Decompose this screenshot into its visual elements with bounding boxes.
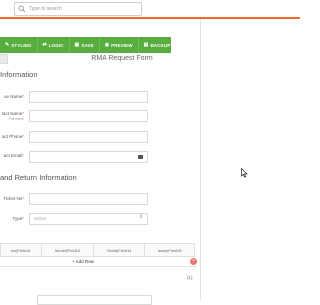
backup-icon: ▤ bbox=[143, 41, 149, 48]
backup-button[interactable]: ▤ BACKUP bbox=[139, 37, 176, 53]
envelope-icon bbox=[138, 155, 143, 159]
ticket-no-field[interactable] bbox=[29, 193, 148, 205]
preview-button[interactable]: ◉ PREVIEW bbox=[100, 37, 139, 53]
pencil-icon: ✎ bbox=[5, 41, 10, 48]
contact-phone-field[interactable] bbox=[29, 131, 148, 143]
top-bar bbox=[0, 0, 300, 19]
column-header: ice|Field16 bbox=[0, 243, 42, 257]
search-icon bbox=[18, 5, 26, 13]
save-button[interactable]: ▣ SAVE bbox=[70, 37, 100, 53]
contact-phone-label-text: act Phone bbox=[1, 134, 23, 139]
logic-icon: ⇄ bbox=[42, 41, 47, 48]
logic-button[interactable]: ⇄ LOGIC bbox=[38, 37, 70, 53]
type-label-text: Type bbox=[12, 216, 23, 221]
column-header: Model|Field15 bbox=[40, 243, 95, 257]
required-marker: * bbox=[22, 216, 24, 221]
venue-name-label: ue Name* bbox=[4, 94, 24, 99]
contact-email-label-text: act Email bbox=[3, 153, 23, 158]
table-header-row: ice|Field16 Model|Field15 Serial|Field14… bbox=[0, 243, 195, 257]
row-count: (1) bbox=[187, 275, 193, 280]
styling-button[interactable]: ✎ STYLING bbox=[0, 37, 38, 53]
save-icon: ▣ bbox=[74, 41, 80, 48]
required-marker: * bbox=[22, 134, 24, 139]
required-marker: * bbox=[22, 94, 24, 99]
contact-phone-label: act Phone* bbox=[2, 134, 24, 139]
type-label: Type* bbox=[12, 216, 24, 221]
divider bbox=[0, 266, 197, 267]
required-marker: * bbox=[22, 153, 24, 158]
collapse-tab[interactable] bbox=[0, 54, 8, 64]
contact-name-label-text: tact Name bbox=[1, 111, 23, 116]
venue-name-field[interactable] bbox=[29, 91, 148, 103]
column-header: Issue|Field18 bbox=[144, 243, 195, 257]
form-toolbar: ✎ STYLING ⇄ LOGIC ▣ SAVE ◉ PREVIEW ▤ BAC… bbox=[0, 37, 171, 53]
form-title: RMA Request Form bbox=[91, 55, 153, 62]
type-select-value: Select bbox=[34, 216, 47, 221]
ticket-no-label-text: Ticket No bbox=[3, 196, 23, 201]
required-marker: * bbox=[22, 196, 24, 201]
search-box[interactable] bbox=[14, 2, 142, 16]
column-header: Serial|Field14 bbox=[93, 243, 146, 257]
save-label: SAVE bbox=[81, 42, 94, 48]
type-select[interactable]: Select ⇕ bbox=[29, 213, 148, 225]
chevron-updown-icon: ⇕ bbox=[138, 214, 143, 220]
preview-label: PREVIEW bbox=[111, 42, 133, 48]
section-heading-return-information: and Return Information bbox=[0, 173, 77, 182]
mouse-cursor-icon bbox=[241, 168, 248, 178]
styling-label: STYLING bbox=[11, 42, 32, 48]
contact-name-sublabel: Full name bbox=[8, 117, 24, 121]
contact-name-field[interactable] bbox=[29, 110, 148, 122]
required-marker: * bbox=[22, 111, 24, 116]
ticket-no-label: Ticket No* bbox=[3, 196, 24, 201]
venue-name-label-text: ue Name bbox=[3, 94, 23, 99]
side-panel bbox=[201, 19, 300, 300]
device-grid: ice|Field16 Model|Field15 Serial|Field14… bbox=[0, 243, 195, 257]
add-row-button[interactable]: + Add Row bbox=[72, 259, 94, 264]
contact-email-field[interactable] bbox=[29, 151, 148, 163]
contact-name-label: tact Name* bbox=[2, 111, 24, 116]
eye-icon: ◉ bbox=[104, 41, 110, 48]
logic-label: LOGIC bbox=[48, 42, 64, 48]
search-input[interactable] bbox=[29, 3, 137, 15]
bottom-field[interactable] bbox=[37, 295, 152, 305]
contact-email-label: act Email* bbox=[4, 153, 24, 158]
remove-row-icon[interactable]: × bbox=[190, 258, 197, 265]
section-heading-information: Information bbox=[0, 70, 38, 79]
backup-label: BACKUP bbox=[150, 42, 171, 48]
